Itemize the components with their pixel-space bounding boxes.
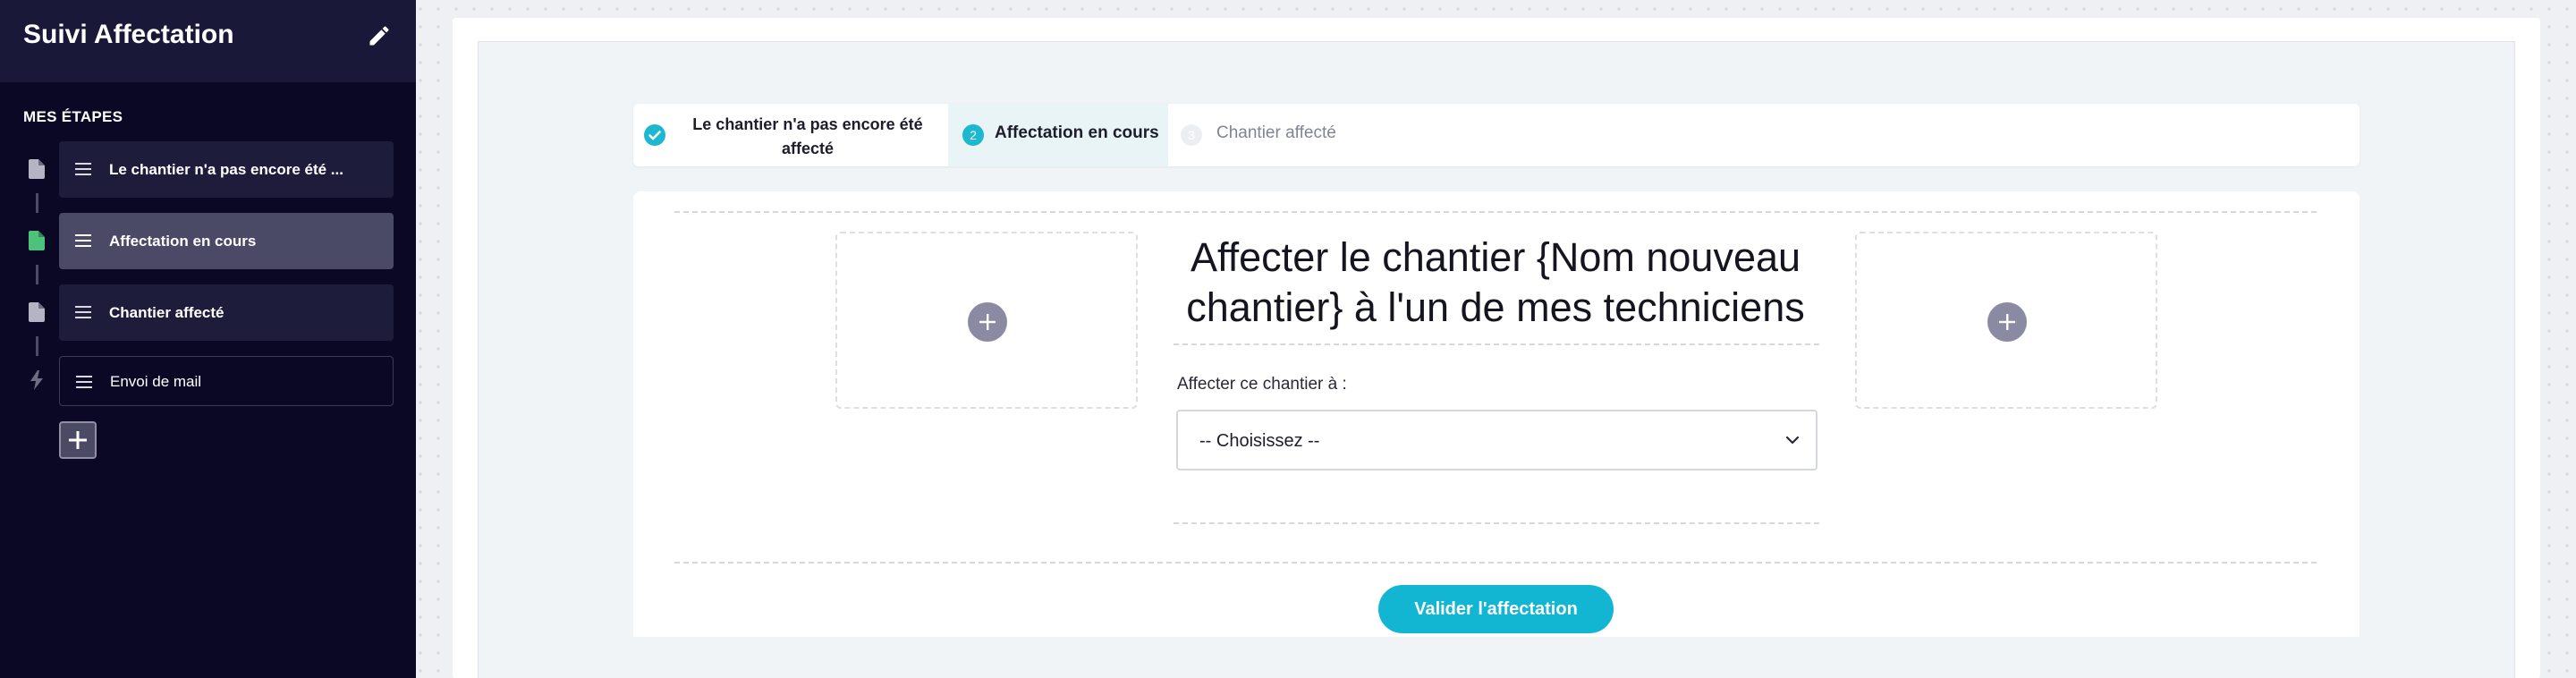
- stepper-step-2[interactable]: 2 Affectation en cours: [948, 104, 1168, 166]
- edit-title-button[interactable]: [367, 23, 392, 48]
- sidebar-step-label: Chantier affecté: [109, 304, 225, 321]
- plus-icon: [1999, 314, 2015, 330]
- progress-stepper: Le chantier n'a pas encore été affecté 2…: [633, 104, 2360, 166]
- technician-select[interactable]: -- Choisissez --: [1176, 410, 1818, 470]
- drag-handle-icon[interactable]: [75, 233, 91, 248]
- step-connector: [36, 193, 38, 213]
- step-number-badge: 2: [962, 124, 984, 146]
- column-divider: [1174, 343, 1819, 345]
- chevron-down-icon: [1785, 436, 1800, 445]
- lightning-icon: [30, 370, 43, 390]
- stepper-step-label: Affectation en cours: [995, 123, 1159, 142]
- select-value: -- Choisissez --: [1199, 431, 1320, 451]
- empty-column-left: [835, 232, 1138, 409]
- form-heading: Affecter le chantier {Nom nouveau chanti…: [1186, 234, 1805, 330]
- plus-icon: [69, 431, 87, 449]
- sidebar-step-1[interactable]: Le chantier n'a pas encore été ...: [59, 141, 394, 198]
- step-connector: [36, 336, 38, 356]
- sidebar-step-label: Affectation en cours: [109, 233, 257, 250]
- sidebar-step-2[interactable]: Affectation en cours: [59, 213, 394, 269]
- step-number-badge: 3: [1181, 124, 1202, 146]
- section-divider: [674, 211, 2317, 213]
- section-divider: [674, 562, 2317, 564]
- sidebar-step-4[interactable]: Envoi de mail: [59, 356, 394, 406]
- add-block-button[interactable]: [968, 302, 1007, 342]
- stepper-step-1[interactable]: Le chantier n'a pas encore été affecté: [633, 104, 948, 166]
- column-divider: [1174, 522, 1819, 524]
- document-icon: [29, 302, 45, 322]
- stepper-step-label: Le chantier n'a pas encore été affecté: [692, 115, 923, 157]
- sidebar-step-label: Envoi de mail: [110, 373, 202, 390]
- empty-column-right: [1855, 232, 2157, 409]
- stepper-step-3[interactable]: 3 Chantier affecté: [1168, 104, 1383, 166]
- sidebar-step-3[interactable]: Chantier affecté: [59, 284, 394, 341]
- document-icon: [29, 231, 45, 250]
- document-icon: [29, 159, 45, 179]
- add-block-button[interactable]: [1987, 302, 2027, 342]
- step-connector: [36, 265, 38, 284]
- drag-handle-icon[interactable]: [75, 305, 91, 319]
- assign-field-label: Affecter ce chantier à :: [1177, 375, 1347, 394]
- pencil-icon: [369, 26, 389, 46]
- add-step-button[interactable]: [59, 421, 97, 459]
- submit-assignment-button[interactable]: Valider l'affectation: [1378, 585, 1614, 633]
- drag-handle-icon[interactable]: [75, 162, 91, 176]
- workflow-title: Suivi Affectation: [23, 20, 234, 49]
- steps-section-label: MES ÉTAPES: [23, 108, 123, 125]
- sidebar-header: Suivi Affectation: [0, 0, 416, 82]
- plus-icon: [979, 314, 996, 330]
- drag-handle-icon[interactable]: [76, 375, 92, 389]
- sidebar: Suivi Affectation MES ÉTAPES Le chantier…: [0, 0, 416, 678]
- sidebar-step-label: Le chantier n'a pas encore été ...: [109, 161, 343, 178]
- check-icon: [644, 124, 665, 146]
- stepper-step-label: Chantier affecté: [1216, 123, 1336, 142]
